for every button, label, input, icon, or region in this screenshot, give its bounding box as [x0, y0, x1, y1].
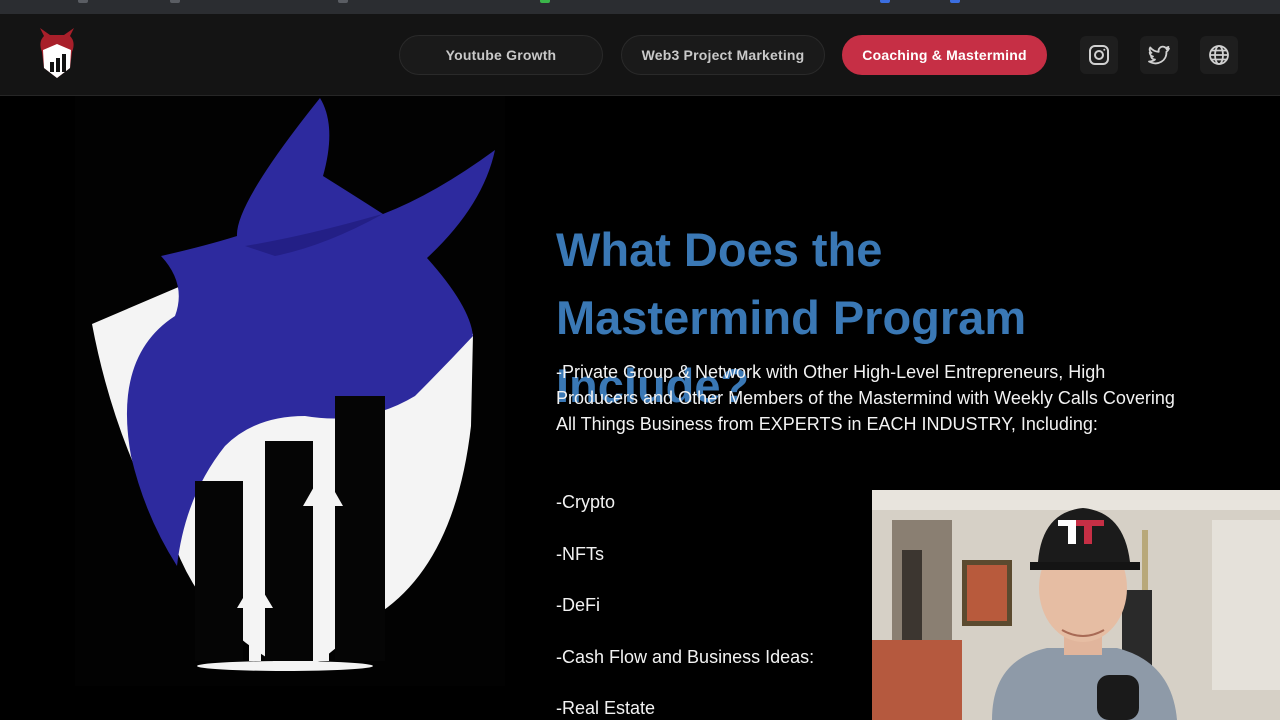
webcam-person-image [872, 490, 1280, 720]
list-item: -Crypto [556, 492, 616, 512]
nav-youtube-growth-button[interactable]: Youtube Growth [399, 35, 603, 75]
instagram-icon[interactable] [1080, 36, 1118, 74]
list-item: -Cash Flow and Business Ideas: [556, 647, 815, 667]
list-item: -DeFi [556, 595, 600, 615]
nav-web3-marketing-button[interactable]: Web3 Project Marketing [621, 35, 825, 75]
site-logo[interactable] [36, 26, 78, 80]
page-title-line-2: Mastermind Program [556, 291, 1027, 344]
browser-tab-strip [0, 0, 1280, 14]
site-navbar: Youtube Growth Web3 Project Marketing Co… [0, 14, 1280, 96]
bull-shield-logo-icon [40, 28, 74, 78]
list-item: -NFTs [556, 544, 604, 564]
twitter-icon[interactable] [1140, 36, 1178, 74]
bull-shield-hero-image [75, 96, 505, 686]
list-item: -Real Estate [556, 698, 656, 718]
nav-coaching-mastermind-button[interactable]: Coaching & Mastermind [842, 35, 1047, 75]
page-title-line-1: What Does the [556, 223, 883, 276]
webcam-overlay [872, 490, 1280, 720]
bull-shield-chart-icon [92, 98, 495, 671]
globe-icon[interactable] [1200, 36, 1238, 74]
program-description: -Private Group & Network with Other High… [556, 362, 1175, 434]
browser-tab-indicators [0, 0, 1280, 4]
